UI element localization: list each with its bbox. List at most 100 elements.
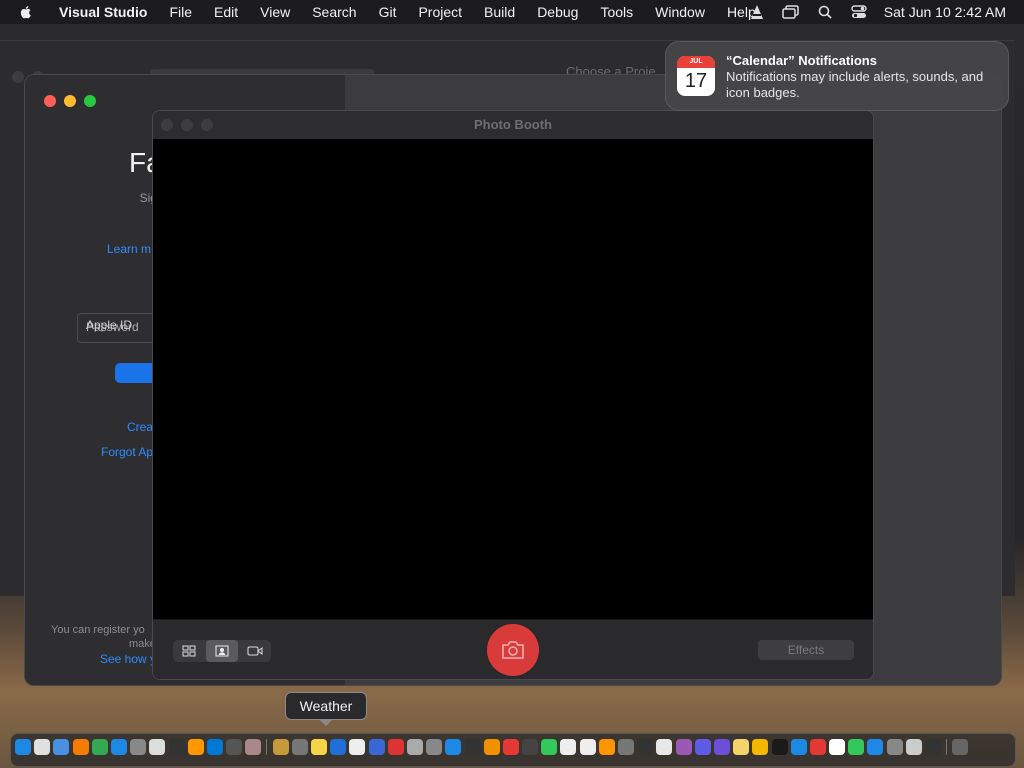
- password-label: Password: [86, 320, 139, 334]
- register-footnote: You can register yo: [51, 624, 145, 636]
- control-center-icon[interactable]: [850, 4, 868, 20]
- dock-app-icon[interactable]: [867, 739, 884, 755]
- dock-app-icon[interactable]: [368, 739, 385, 755]
- dock-app-icon[interactable]: [952, 739, 969, 755]
- dock-separator: [946, 739, 948, 755]
- menu-search[interactable]: Search: [301, 0, 367, 24]
- learn-more-link[interactable]: Learn m: [107, 242, 151, 256]
- dock-app-icon[interactable]: [206, 739, 223, 755]
- dock-app-icon[interactable]: [752, 739, 769, 755]
- dock-app-icon[interactable]: [790, 739, 807, 755]
- menu-window[interactable]: Window: [644, 0, 716, 24]
- dock-app-icon[interactable]: [809, 739, 826, 755]
- dock-app-icon[interactable]: [330, 739, 347, 755]
- dock-app-icon[interactable]: [598, 739, 615, 755]
- screen-mirroring-icon[interactable]: [782, 4, 800, 20]
- dock-app-icon[interactable]: [226, 739, 243, 755]
- dock-app-icon[interactable]: [733, 739, 750, 755]
- dock-app-icon[interactable]: [272, 739, 289, 755]
- dock-app-icon[interactable]: [53, 739, 70, 755]
- dock-app-icon[interactable]: [34, 739, 51, 755]
- dock-app-icon[interactable]: [925, 739, 941, 755]
- dock-app-icon[interactable]: [905, 739, 922, 755]
- dock-app-icon[interactable]: [637, 739, 654, 755]
- see-how-link[interactable]: See how y: [100, 652, 156, 666]
- camera-preview: [153, 139, 873, 619]
- dock-icon-row: [15, 739, 969, 755]
- dock-app-icon[interactable]: [464, 739, 481, 755]
- dock: [10, 733, 1016, 767]
- camera-icon: [502, 641, 524, 659]
- dock-app-icon[interactable]: [130, 739, 147, 755]
- bg-close-button[interactable]: [12, 71, 24, 83]
- dock-tooltip: Weather: [285, 692, 367, 726]
- dock-app-icon[interactable]: [541, 739, 558, 755]
- notification-body: Notifications may include alerts, sounds…: [726, 69, 984, 100]
- dock-app-icon[interactable]: [311, 739, 327, 755]
- effects-button[interactable]: Effects: [758, 640, 854, 660]
- menu-view[interactable]: View: [249, 0, 301, 24]
- calendar-notification[interactable]: JUL 17 “Calendar” Notifications Notifica…: [665, 41, 1009, 111]
- calendar-app-icon: JUL 17: [677, 56, 715, 96]
- dock-app-icon[interactable]: [771, 739, 788, 755]
- dock-app-icon[interactable]: [426, 739, 443, 755]
- dock-separator: [266, 739, 268, 755]
- dock-app-icon[interactable]: [618, 739, 634, 755]
- apple-logo-icon[interactable]: [18, 4, 34, 20]
- dock-app-icon[interactable]: [694, 739, 711, 755]
- minimize-button[interactable]: [64, 95, 76, 107]
- photo-booth-title: Photo Booth: [474, 117, 552, 132]
- video-icon[interactable]: [238, 640, 271, 662]
- dock-app-icon[interactable]: [675, 739, 692, 755]
- dock-app-icon[interactable]: [245, 739, 262, 755]
- close-button[interactable]: [44, 95, 56, 107]
- dock-app-icon[interactable]: [522, 739, 539, 755]
- menu-git[interactable]: Git: [368, 0, 408, 24]
- dock-app-icon[interactable]: [445, 739, 462, 755]
- zoom-button[interactable]: [84, 95, 96, 107]
- dock-app-icon[interactable]: [560, 739, 577, 755]
- dock-app-icon[interactable]: [886, 739, 903, 755]
- dock-app-icon[interactable]: [72, 739, 89, 755]
- calendar-icon-month: JUL: [677, 56, 715, 68]
- search-icon[interactable]: [816, 4, 834, 20]
- notification-heading: “Calendar” Notifications: [726, 53, 877, 68]
- dock-app-icon[interactable]: [848, 739, 865, 755]
- dock-app-icon[interactable]: [15, 739, 31, 755]
- dock-app-icon[interactable]: [349, 739, 366, 755]
- vlc-icon[interactable]: [748, 4, 766, 20]
- dock-app-icon[interactable]: [110, 739, 127, 755]
- dock-app-icon[interactable]: [187, 739, 204, 755]
- dock-app-icon[interactable]: [713, 739, 730, 755]
- menu-build[interactable]: Build: [473, 0, 526, 24]
- dock-app-icon[interactable]: [579, 739, 596, 755]
- menu-bar: Visual Studio File Edit View Search Git …: [0, 0, 1024, 24]
- dock-app-icon[interactable]: [502, 739, 519, 755]
- photo-booth-window: Photo Booth Effects: [152, 110, 874, 680]
- dock-app-icon[interactable]: [149, 739, 166, 755]
- menu-tools[interactable]: Tools: [589, 0, 644, 24]
- dock-app-icon[interactable]: [168, 739, 185, 755]
- photo-booth-titlebar[interactable]: Photo Booth: [153, 111, 873, 139]
- single-photo-icon[interactable]: [205, 640, 239, 662]
- dock-app-icon[interactable]: [91, 739, 108, 755]
- menu-edit[interactable]: Edit: [203, 0, 249, 24]
- menu-bar-clock[interactable]: Sat Jun 10 2:42 AM: [876, 4, 1024, 20]
- dock-app-icon[interactable]: [291, 739, 308, 755]
- dock-app-icon[interactable]: [387, 739, 404, 755]
- menu-file[interactable]: File: [158, 0, 203, 24]
- create-account-link[interactable]: Crea: [127, 420, 153, 434]
- grid-view-icon[interactable]: [173, 640, 206, 662]
- menu-visual-studio[interactable]: Visual Studio: [48, 0, 158, 24]
- dock-app-icon[interactable]: [656, 739, 673, 755]
- take-photo-button[interactable]: [487, 624, 539, 676]
- dock-app-icon[interactable]: [483, 739, 500, 755]
- forgot-password-link[interactable]: Forgot Ap: [101, 445, 153, 459]
- signin-window-controls: [44, 95, 96, 107]
- dock-app-icon[interactable]: [406, 739, 423, 755]
- dock-app-icon[interactable]: [829, 739, 846, 755]
- menu-debug[interactable]: Debug: [526, 0, 589, 24]
- capture-mode-selector: [173, 640, 271, 662]
- calendar-icon-day: 17: [684, 70, 708, 92]
- menu-project[interactable]: Project: [407, 0, 473, 24]
